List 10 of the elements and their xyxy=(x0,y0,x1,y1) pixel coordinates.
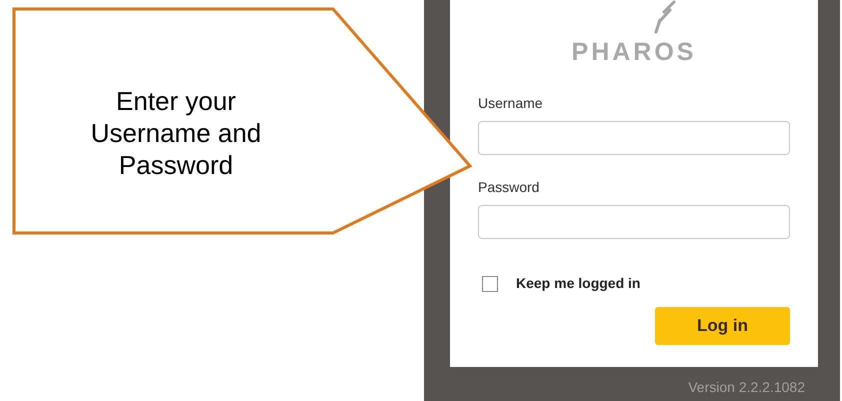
input-field[interactable] xyxy=(478,121,790,155)
logo-text: PHAROS xyxy=(570,37,698,68)
callout-text: Enter your Username and Password xyxy=(90,85,262,181)
version-text: Version 2.2.2.1082 xyxy=(687,378,805,397)
field-label: Username xyxy=(478,94,544,113)
field-label: Password xyxy=(478,178,540,197)
checkbox[interactable] xyxy=(482,276,498,292)
input-field[interactable] xyxy=(478,205,790,239)
login-button[interactable]: Log in xyxy=(655,307,790,345)
checkbox-label: Keep me logged in xyxy=(516,274,640,293)
